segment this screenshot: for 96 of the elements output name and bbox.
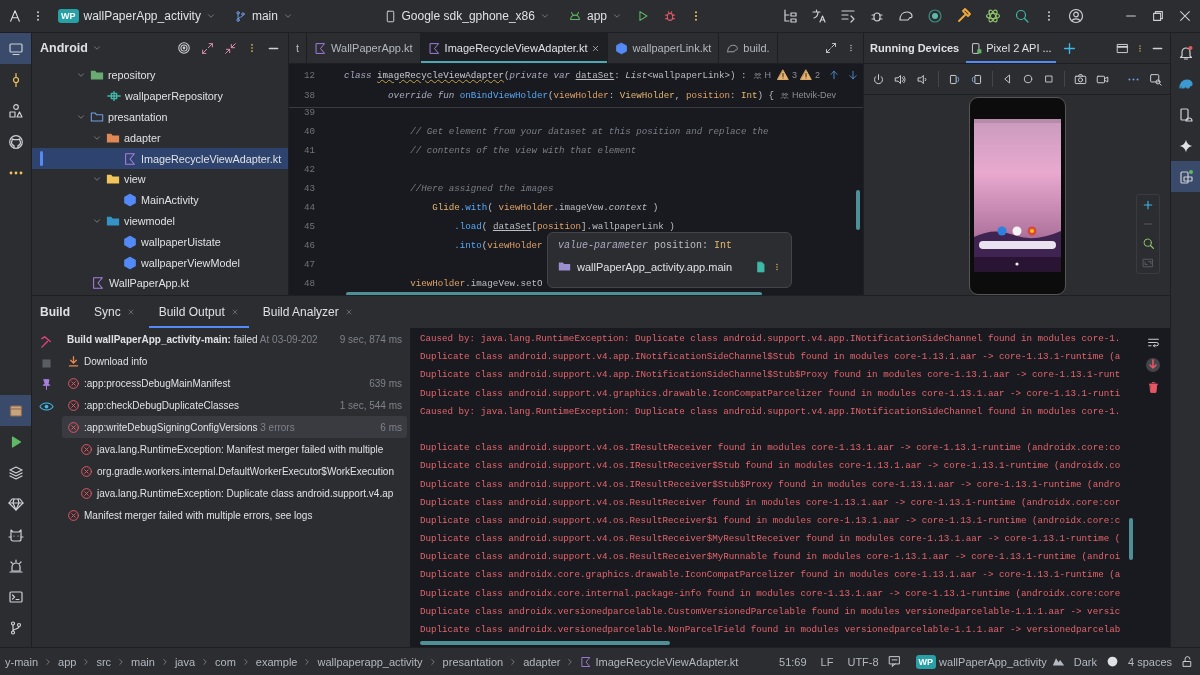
breadcrumb[interactable]: y-main [4,655,39,668]
build-tree-item[interactable]: java.lang.RuntimeException: Manifest merger failed with multiple [62,438,407,460]
code-line: .into(viewHolder [453,240,543,251]
code-line: // contents of the view with that element [409,145,637,156]
log-line: Duplicate class android.support.v4.app.INotificationSideChannel$Stub found in modules core-1.13.1.aar -> core-1.13.1-runtime (a [420,350,1122,365]
breadcrumb[interactable]: adapter [522,655,562,668]
author-hint[interactable]: Hetvik-Dev [792,90,837,100]
tree-item[interactable]: wallpaperViewModel [32,252,288,273]
breadcrumb[interactable]: src [95,655,113,668]
tool-window-tab[interactable]: Build Output [148,296,249,328]
tool-window-tab[interactable]: Sync [84,296,145,328]
tree-item[interactable]: adapter [32,127,288,149]
warning-count[interactable]: 2 [815,70,821,80]
build-tree-item[interactable]: org.gradle.workers.internal.DefaultWorkerExecutor$WorkExecution [62,460,407,482]
breadcrumb[interactable]: com [214,655,237,668]
tool-window-tab[interactable]: Build Analyzer [252,296,363,328]
build-tree-item[interactable]: java.lang.RuntimeException: Duplicate class android.support.v4.ap [62,482,407,504]
run-config-selector[interactable]: app [563,6,626,26]
build-tree-item[interactable]: Download info [62,350,407,372]
project-indicator[interactable]: WP wallPaperApp_activity [914,654,1048,669]
tree-item[interactable]: viewmodel [32,210,288,232]
breadcrumb[interactable]: main [130,655,156,668]
log-line: Caused by: java.lang.RuntimeException: Duplicate class android.support.v4.app.INotificationSideChannel found in modules core-1. [420,404,1122,419]
cursor-position[interactable]: 51:69 [774,655,812,668]
file-tab[interactable]: WallPaperApp.kt [307,33,421,63]
project-view-selector[interactable]: Android [40,41,102,55]
code-line: //Here assigned the images [409,183,554,194]
build-tree-item[interactable]: :app:checkDebugDuplicateClasses 1 sec, 544 ms [62,394,407,416]
tree-item[interactable]: WallPaperApp.kt [32,272,288,294]
breadcrumb[interactable]: example [254,655,299,668]
line-number: 41 [302,145,316,156]
tree-item[interactable]: wallpaperUistate [32,231,288,253]
line-number: 12 [302,69,316,81]
log-line: Duplicate class android.support.v4.os.IResultReceiver$Stub$Proxy found in modules core-1.13.1.aar -> core-1.13.1-runtime (andro [420,477,1122,492]
log-line: Duplicate class androidx.core.graphics.drawable.IconCompatParcelizer found in modules core-1.13.1.aar -> core-1.13.1-runtime (a [420,568,1122,583]
tree-item[interactable]: view [32,169,288,190]
line-number: 45 [302,221,316,232]
line-number: 46 [302,240,316,251]
line-separator[interactable]: LF [815,655,839,668]
log-line: Duplicate class androidx.core.internal.package-info found in modules core-1.13.1.aar -> core-1.13.1-runtime (androidx.core:core [420,586,1122,601]
file-tab[interactable]: wallpaperLink.kt [608,33,720,63]
tree-item[interactable]: ImageRecycleViewAdapter.kt [32,148,288,169]
code-line: class imageRecycleViewAdapter(private var dataSet: List<wallpaperLink>) : [344,69,747,81]
tree-item[interactable]: repository [32,65,288,86]
author-hint[interactable]: H [764,70,772,80]
branch-selector[interactable]: main [229,6,297,26]
device-selector[interactable]: Google sdk_gphone_x86 [379,6,554,26]
code-line: // Get element from your dataset at this position and replace the [409,126,769,137]
line-number: 47 [302,259,316,270]
line-number: 42 [302,164,316,175]
log-line: Duplicate class android.support.v4.os.IResultReceiver$Stub found in modules core-1.13.1.aar -> core-1.13.1-runtime (androidx.co [420,459,1122,474]
warning-count[interactable]: 3 [792,70,798,80]
file-tab[interactable]: build. [719,33,778,63]
line-number: 48 [302,278,316,289]
breadcrumb[interactable]: java [173,655,197,668]
log-line: Duplicate class android.support.v4.app.INotificationSideChannel$Stub$Proxy found in modules core-1.13.1.aar -> core-1.13.1-runt [420,368,1122,383]
log-line: Duplicate class android.support.v4.os.ResultReceiver$MyResultReceiver found in modules core-1.13.1.aar -> core-1.13.1-runtime ( [420,532,1122,547]
code-line: .load( dataSet[position].wallpaperLink ) [453,221,675,232]
tree-item[interactable]: MainActivity [32,189,288,211]
code-line: override fun onBindViewHolder(viewHolder: ViewHolder, position: Int) { [387,89,775,101]
log-line: Duplicate class androidx.versionedparcelable.CustomVersionedParcelable found in modules versionedparcelable-1.1.1.aar -> versic [420,604,1122,619]
file-encoding[interactable]: UTF-8 [842,655,884,668]
panel-title: Running Devices [870,42,960,54]
code-line: viewHolder.imageVew.setO [409,278,543,289]
log-line: Duplicate class androidx.versionedparcelable.NonParcelField found in modules versionedparcelable-1.1.1.aar -> versionedparcelab [420,623,1122,637]
project-selector[interactable]: WP wallPaperApp_activity [54,6,220,26]
line-number: 43 [302,183,316,194]
tree-item[interactable]: wallpaperRepository [32,85,288,107]
tooltip-signature: value-parameter position: Int [558,240,733,251]
line-number: 44 [302,202,316,213]
build-tree-item[interactable]: Manifest merger failed with multiple errors, see logs [62,504,407,526]
line-number: 39 [302,107,316,118]
panel-title: Build [40,305,70,319]
device-tab[interactable]: Pixel 2 API ... [966,33,1056,63]
build-summary[interactable]: Build wallPaperApp_activity-main: failed At 03-09-202 9 sec, 874 ms [62,328,407,350]
indent-indicator[interactable]: 4 spaces [1122,655,1177,668]
log-line: Duplicate class android.support.v4.graphics.drawable.IconCompatParcelizer found in modules core-1.13.1.aar -> core-1.13.1-runti [420,386,1122,401]
tree-item[interactable]: presantation [32,106,288,128]
code-line: Glide.with( viewHolder.imageVew.context ) [431,202,659,213]
log-line: Duplicate class android.support.v4.os.ResultReceiver$1 found in modules core-1.13.1.aar -> core-1.13.1-runtime (androidx.core:c [420,513,1122,528]
log-line: Duplicate class android.support.v4.os.ResultReceiver found in modules core-1.13.1.aar -> core-1.13.1-runtime (androidx.core:cor [420,495,1122,510]
breadcrumb[interactable]: app [57,655,78,668]
line-number: 38 [302,89,316,101]
log-line: Caused by: java.lang.RuntimeException: Duplicate class android.support.v4.app.INotificationSideChannel found in modules core-1. [420,332,1122,346]
tooltip-location: wallPaperApp_activity.app.main [577,260,734,273]
build-tree-item[interactable]: :app:processDebugMainManifest 639 ms [62,372,407,394]
log-line: Duplicate class android.support.v4.os.IResultReceiver found in modules core-1.13.1.aar -> core-1.13.1-runtime (androidx.core:co [420,441,1122,456]
breadcrumb[interactable]: wallpaperapp_activity [316,655,424,668]
file-tab[interactable]: t [289,33,308,63]
breadcrumb[interactable]: ImageRecycleViewAdapter.kt [579,655,740,668]
log-line: Duplicate class android.support.v4.os.ResultReceiver$MyRunnable found in modules core-1.13.1.aar -> core-1.13.1-runtime (androi [420,550,1122,565]
breadcrumb[interactable]: presantation [441,655,505,668]
file-tab[interactable]: ImageRecycleViewAdapter.kt [420,33,609,63]
line-number: 40 [302,126,316,137]
build-tree-item[interactable]: :app:writeDebugSigningConfigVersions 3 errors 6 ms [62,416,407,438]
theme-indicator[interactable]: Dark [1068,655,1102,668]
